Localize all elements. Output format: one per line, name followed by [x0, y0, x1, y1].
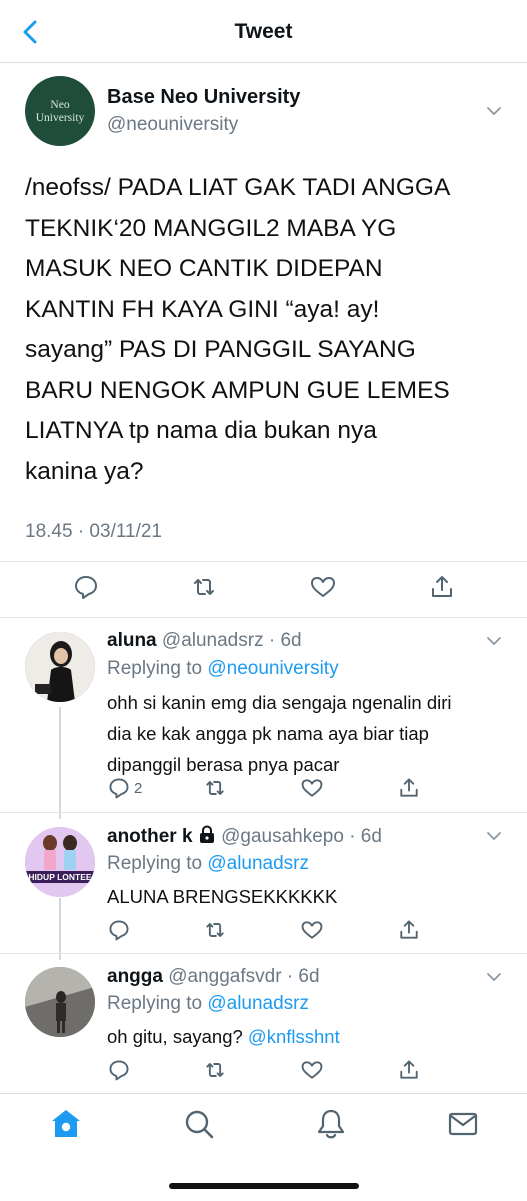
retweet-icon[interactable]	[203, 918, 227, 942]
mail-icon[interactable]	[446, 1107, 480, 1141]
display-name[interactable]: aluna	[107, 630, 157, 651]
reply-icon[interactable]	[107, 776, 131, 800]
avatar-photo	[25, 632, 95, 702]
tweet-text-line: /neofss/ PADA LIAT GAK TADI ANGGA	[25, 174, 451, 201]
reply-text: oh gitu, sayang? @knflsshnt	[107, 1021, 507, 1052]
reply-text-body: oh gitu, sayang?	[107, 1026, 248, 1047]
reply-text-line: dia ke kak angga pk nama aya biar tiap	[107, 723, 429, 744]
share-icon[interactable]	[397, 918, 421, 942]
thread-line	[59, 707, 61, 819]
replying-to: Replying to @alunadsrz	[107, 853, 309, 875]
reply-icon[interactable]	[72, 573, 100, 601]
thread-line	[59, 898, 61, 960]
retweet-icon[interactable]	[203, 1058, 227, 1082]
like-icon[interactable]	[309, 573, 337, 601]
chevron-down-icon[interactable]	[486, 106, 502, 116]
avatar-photo	[25, 827, 95, 897]
reply-icon[interactable]	[107, 1058, 131, 1082]
reply-text-line: ohh si kanin emg dia sengaja ngenalin di…	[107, 692, 452, 713]
avatar-text-line: University	[35, 112, 85, 124]
avatar-caption: HIDUP LONTEE	[28, 872, 92, 882]
reply-author[interactable]: another k @gausahkepo · 6d	[107, 825, 382, 848]
tweet-text-line: BARU NENGOK AMPUN GUE LEMES	[25, 376, 450, 404]
avatar[interactable]	[25, 967, 95, 1037]
like-icon[interactable]	[300, 776, 324, 800]
display-name[interactable]: another k	[107, 826, 193, 847]
share-icon[interactable]	[397, 776, 421, 800]
home-indicator	[169, 1183, 359, 1189]
mention-link[interactable]: @alunadsrz	[207, 853, 309, 874]
replying-to: Replying to @neouniversity	[107, 658, 339, 680]
handle-and-time: @gausahkepo · 6d	[221, 826, 382, 847]
mention-link[interactable]: @neouniversity	[207, 658, 338, 679]
avatar[interactable]	[25, 632, 95, 702]
like-icon[interactable]	[300, 918, 324, 942]
tweet-text-line: kanina ya?	[25, 457, 144, 485]
tweet-timestamp: 18.45 · 03/11/21	[25, 521, 162, 542]
reply-text-line: ALUNA BRENGSEKKKKKK	[107, 886, 338, 907]
lock-icon	[199, 825, 214, 843]
reply-count: 2	[134, 780, 143, 797]
tweet-text-line: MASUK NEO CANTIK DIDEPAN	[25, 255, 383, 282]
user-handle[interactable]: @neouniversity	[107, 114, 238, 136]
search-icon[interactable]	[182, 1107, 216, 1141]
page-title: Tweet	[234, 20, 293, 43]
replying-prefix: Replying to	[107, 993, 208, 1014]
top-bar: Tweet	[0, 0, 527, 63]
tweet-text-line: sayang” PAS DI PANGGIL SAYANG	[25, 336, 416, 363]
bell-icon[interactable]	[314, 1107, 348, 1141]
reply-text: ALUNA BRENGSEKKKKKK	[107, 881, 507, 912]
mention-link[interactable]: @knflsshnt	[248, 1026, 340, 1047]
chevron-down-icon[interactable]	[486, 636, 502, 646]
share-icon[interactable]	[428, 573, 456, 601]
replying-to: Replying to @alunadsrz	[107, 993, 309, 1015]
display-name[interactable]: angga	[107, 966, 163, 987]
avatar-photo	[25, 967, 95, 1037]
chevron-down-icon[interactable]	[486, 831, 502, 841]
avatar[interactable]: Neo University	[25, 76, 95, 146]
tweet-text: /neofss/ PADA LIAT GAK TADI ANGGA TEKNIK…	[25, 168, 505, 492]
replying-prefix: Replying to	[107, 853, 208, 874]
divider	[0, 561, 527, 562]
chevron-down-icon[interactable]	[486, 972, 502, 982]
divider	[0, 953, 527, 954]
home-icon[interactable]	[49, 1107, 83, 1141]
display-name[interactable]: Base Neo University	[107, 86, 300, 109]
divider	[0, 617, 527, 618]
divider	[0, 812, 527, 813]
retweet-icon[interactable]	[203, 776, 227, 800]
like-icon[interactable]	[300, 1058, 324, 1082]
avatar[interactable]: HIDUP LONTEE	[25, 827, 95, 897]
reply-author[interactable]: angga @anggafsvdr · 6d	[107, 966, 320, 988]
tweet-text-line: LIATNYA tp nama dia bukan nya	[25, 417, 377, 444]
handle-and-time: @alunadsrz · 6d	[161, 630, 302, 651]
reply-icon[interactable]	[107, 918, 131, 942]
share-icon[interactable]	[397, 1058, 421, 1082]
handle-and-time: @anggafsvdr · 6d	[168, 966, 320, 987]
reply-text: ohh si kanin emg dia sengaja ngenalin di…	[107, 687, 507, 780]
reply-author[interactable]: aluna @alunadsrz · 6d	[107, 630, 302, 652]
retweet-icon[interactable]	[190, 573, 218, 601]
avatar-text-line: Neo	[50, 99, 70, 111]
mention-link[interactable]: @alunadsrz	[207, 993, 309, 1014]
tweet-text-line: KANTIN FH KAYA GINI “aya! ay!	[25, 295, 380, 323]
replying-prefix: Replying to	[107, 658, 208, 679]
tweet-text-line: TEKNIK‘20 MANGGIL2 MABA YG	[25, 214, 397, 242]
